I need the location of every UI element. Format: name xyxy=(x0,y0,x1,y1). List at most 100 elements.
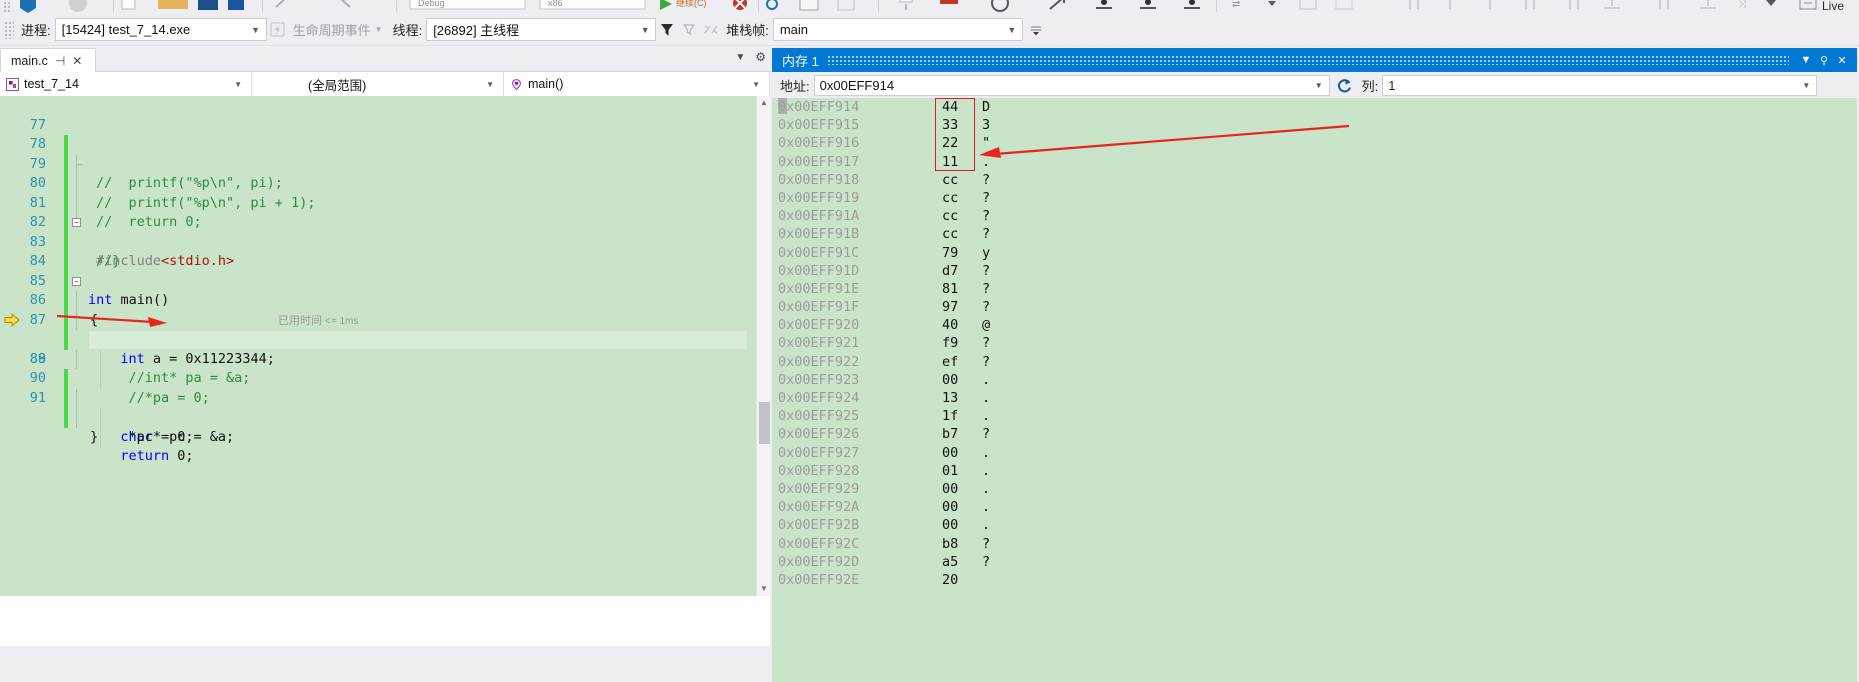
tab-label: main.c xyxy=(11,53,48,68)
memory-row[interactable]: 0x00EFF924 13. xyxy=(772,389,1857,407)
memory-row[interactable]: 0x00EFF916 22 " xyxy=(772,134,1857,152)
address-input[interactable]: 0x00EFF914 ▼ xyxy=(813,74,1330,96)
nav-member-combo[interactable]: main() ▼ xyxy=(504,72,770,96)
code-line[interactable]: 80 //} xyxy=(0,155,756,269)
fold-collapse-icon[interactable]: − xyxy=(72,276,81,286)
code-line[interactable]: 86 − //int* pa = &a; xyxy=(0,272,756,386)
memory-row-hex: 01 xyxy=(942,462,959,479)
code-text-area[interactable]: 77 // printf("%p\n", pi); 78 // printf("… xyxy=(0,96,770,596)
code-line[interactable]: 89 *pc = 0; xyxy=(0,330,756,445)
stackframe-combo[interactable]: main ▼ xyxy=(772,18,1023,41)
memory-row-address: 0x00EFF914 xyxy=(778,99,860,115)
memory-row[interactable]: 0x00EFF92B 00. xyxy=(772,516,1857,534)
nav-project-combo[interactable]: test_7_14 ▼ xyxy=(0,72,252,96)
memory-row-char: ? xyxy=(982,299,991,316)
memory-window-titlebar[interactable]: 内存 1 ▼ ⚲ ✕ xyxy=(772,48,1857,72)
memory-row[interactable]: 0x00EFF923 00. xyxy=(772,371,1857,389)
close-icon[interactable]: ✕ xyxy=(72,54,82,68)
code-line[interactable]: 81 xyxy=(0,174,756,233)
scroll-up-arrow-icon[interactable]: ▲ xyxy=(757,96,770,110)
editor-vertical-scrollbar[interactable]: ▲ ▼ xyxy=(756,96,770,596)
address-label: 地址: xyxy=(780,78,810,94)
memory-row-char: D xyxy=(982,99,991,115)
memory-row-address: 0x00EFF92A xyxy=(778,499,860,516)
code-line[interactable]: 83 − int main() xyxy=(0,213,756,308)
scrollbar-thumb[interactable] xyxy=(759,402,770,444)
stackframe-value: main xyxy=(779,22,808,37)
close-icon[interactable]: ✕ xyxy=(1833,54,1851,67)
lifecycle-chevron-icon[interactable]: ▼ xyxy=(375,25,389,34)
memory-row[interactable]: 0x00EFF928 01. xyxy=(772,462,1857,480)
memory-row[interactable]: 0x00EFF929 00. xyxy=(772,480,1857,498)
toolbar-grip[interactable] xyxy=(4,20,14,39)
tabstrip-actions: ▼ ⚙ xyxy=(735,50,766,64)
code-line[interactable]: 79 // return 0; xyxy=(0,135,756,231)
scroll-down-arrow-icon[interactable]: ▼ xyxy=(757,582,770,596)
window-menu-chevron-icon[interactable]: ▼ xyxy=(1797,54,1815,66)
process-combo[interactable]: [15424] test_7_14.exe ▼ xyxy=(54,18,267,41)
refresh-icon[interactable] xyxy=(1334,75,1356,95)
memory-row-hex: cc xyxy=(942,189,959,206)
chevron-down-icon[interactable]: ▼ xyxy=(1802,81,1814,90)
code-line[interactable]: 87 //*pa = 0; xyxy=(0,291,756,406)
code-lines-container: 77 // printf("%p\n", pi); 78 // printf("… xyxy=(0,96,756,596)
memory-row[interactable]: 0x00EFF917 11. xyxy=(772,153,1857,171)
memory-row[interactable]: 0x00EFF91E 81? xyxy=(772,280,1857,298)
memory-row[interactable]: 0x00EFF927 00. xyxy=(772,444,1857,462)
tab-main-c[interactable]: main.c ⊣ ✕ xyxy=(0,48,96,72)
memory-row[interactable]: 0x00EFF91D d7? xyxy=(772,262,1857,280)
pin-icon[interactable]: ⊣ xyxy=(55,54,65,68)
memory-row[interactable]: 0x00EFF91C 79 y xyxy=(772,244,1857,262)
code-line[interactable]: 91 } xyxy=(0,369,756,445)
chevron-down-icon[interactable]: ▼ xyxy=(744,80,765,89)
instruction-pointer-icon[interactable] xyxy=(4,312,20,328)
memory-row[interactable]: 0x00EFF925 1f. xyxy=(772,407,1857,425)
memory-row[interactable]: 0x00EFF919 cc? xyxy=(772,189,1857,207)
toolbar-overflow-icon[interactable] xyxy=(1027,21,1045,39)
memory-row[interactable]: 0x00EFF91A cc? xyxy=(772,207,1857,225)
memory-row[interactable]: 0x00EFF91B cc? xyxy=(772,225,1857,243)
memory-row[interactable]: 0x00EFF92A 00. xyxy=(772,498,1857,516)
shuffle-icon[interactable] xyxy=(702,21,720,39)
code-line[interactable]: 85 int a = 0x11223344; xyxy=(0,252,756,367)
code-line[interactable]: 90 return 0; xyxy=(0,350,756,464)
memory-row[interactable]: 0x00EFF914 44 D xyxy=(772,98,1857,116)
code-line[interactable]: 77 // printf("%p\n", pi); xyxy=(0,96,756,192)
memory-row-address: 0x00EFF91D xyxy=(778,262,860,279)
memory-row[interactable]: 0x00EFF918 cc? xyxy=(772,171,1857,189)
memory-row[interactable]: 0x00EFF91F 97? xyxy=(772,298,1857,316)
chevron-down-icon[interactable]: ▼ xyxy=(1006,25,1022,35)
visual-studio-debug-window: Debug x86 继续(C) ⇄ ⤨ Live 进程: [15424] tes… xyxy=(0,0,1859,682)
code-line[interactable]: 78 // printf("%p\n", pi + 1); xyxy=(0,116,756,211)
chevron-down-icon[interactable]: ▼ xyxy=(250,25,266,35)
chevron-down-icon[interactable]: ▼ xyxy=(639,25,655,35)
memory-row[interactable]: 0x00EFF921 f9? xyxy=(772,334,1857,352)
nav-scope-combo[interactable]: (全局范围) ▼ xyxy=(252,72,504,96)
code-line[interactable]: 84 { xyxy=(0,233,756,328)
chevron-down-icon[interactable]: ▼ xyxy=(1315,81,1327,90)
memory-row[interactable]: 0x00EFF92D a5? xyxy=(772,553,1857,571)
chevron-down-icon[interactable]: ▼ xyxy=(226,80,247,89)
code-line-current[interactable]: 88 char* pc = &a; 已用时间 <= 1ms xyxy=(0,311,756,445)
lifecycle-events-icon[interactable] xyxy=(269,21,287,39)
fold-collapse-icon[interactable]: − xyxy=(72,218,81,227)
memory-row[interactable]: 0x00EFF926 b7? xyxy=(772,425,1857,443)
memory-dump-list[interactable]: 0x00EFF914 44 D 0x00EFF915 33 3 0x00EFF916 22 " 0… xyxy=(772,98,1857,682)
memory-row-address: 0x00EFF926 xyxy=(778,426,860,443)
memory-row-hex: d7 xyxy=(942,262,959,279)
filter-clear-icon[interactable] xyxy=(680,21,698,39)
thread-combo[interactable]: [26892] 主线程 ▼ xyxy=(426,18,657,41)
memory-row[interactable]: 0x00EFF92C b8? xyxy=(772,535,1857,553)
titlebar-drag-dots[interactable] xyxy=(826,55,1789,65)
memory-row[interactable]: 0x00EFF922 ef? xyxy=(772,353,1857,371)
memory-row[interactable]: 0x00EFF915 33 3 xyxy=(772,116,1857,134)
memory-row[interactable]: 0x00EFF920 40 @ xyxy=(772,316,1857,334)
gear-icon[interactable]: ⚙ xyxy=(755,50,766,64)
pin-icon[interactable]: ⚲ xyxy=(1815,54,1833,67)
column-input[interactable]: 1 ▼ xyxy=(1382,74,1818,96)
memory-row[interactable]: 0x00EFF92E 20 xyxy=(772,571,1857,589)
chevron-down-icon[interactable]: ▼ xyxy=(478,80,499,89)
code-line[interactable]: 82 #include<stdio.h> xyxy=(0,194,756,269)
filter-icon[interactable] xyxy=(658,21,676,39)
tab-list-chevron-icon[interactable]: ▼ xyxy=(735,52,745,63)
